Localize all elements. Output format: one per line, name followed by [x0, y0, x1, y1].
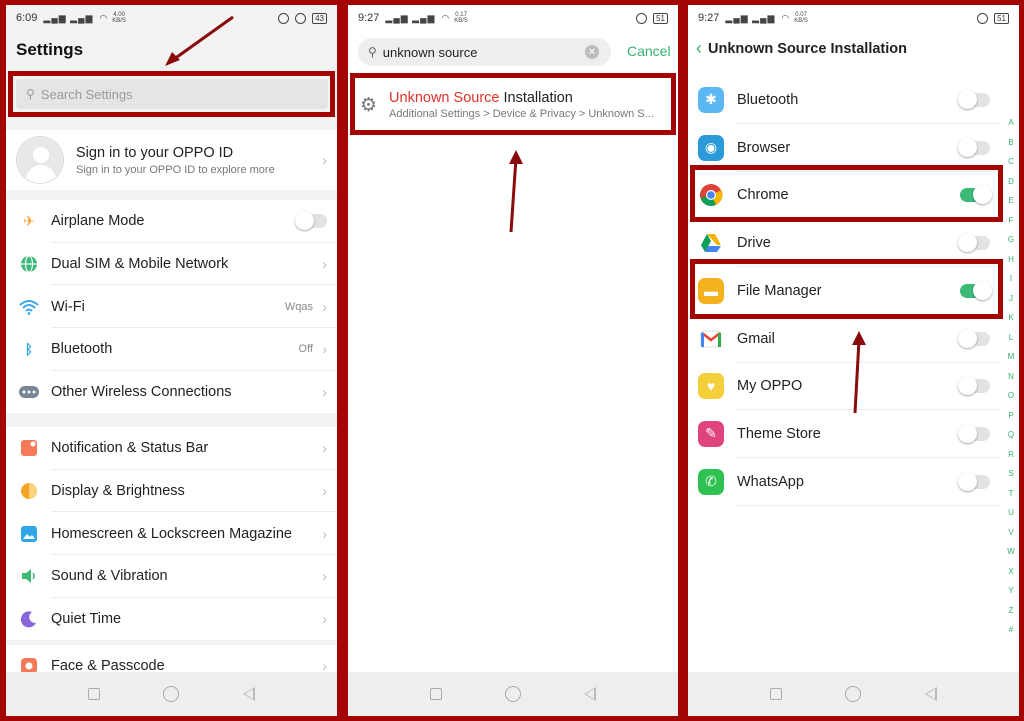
- arrow-to-result: [509, 150, 523, 233]
- arrow-to-file-manager: [852, 331, 866, 414]
- arrow-to-search: [165, 15, 234, 66]
- annotation-arrows: [165, 15, 866, 414]
